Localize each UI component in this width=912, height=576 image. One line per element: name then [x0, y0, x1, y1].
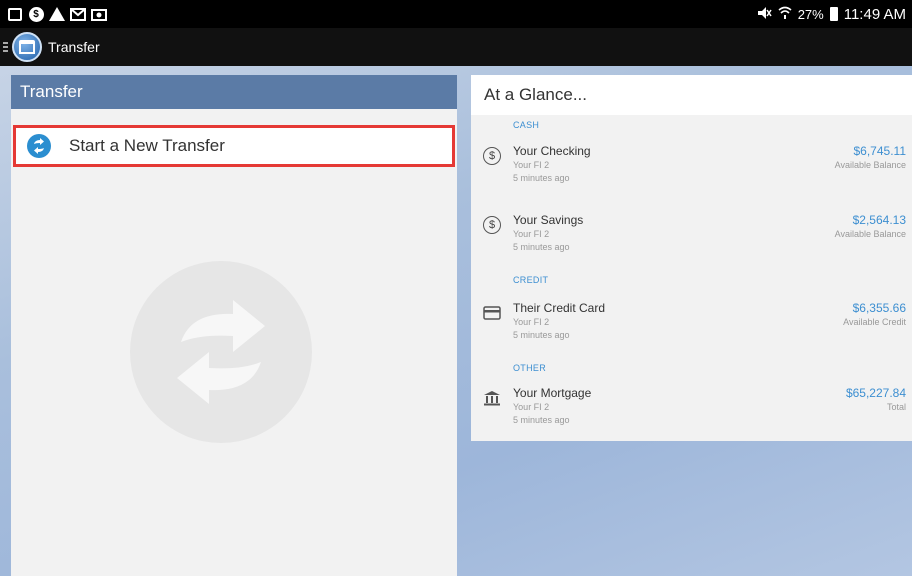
section-label-other: OTHER: [513, 363, 546, 373]
account-name: Your Checking: [513, 144, 591, 158]
account-row-savings[interactable]: $ Your Savings Your FI 2 5 minutes ago $…: [471, 213, 912, 263]
account-amount-type: Available Balance: [834, 160, 906, 170]
account-amount: $2,564.13: [852, 213, 906, 227]
transfer-arrows-icon: [27, 134, 51, 158]
credit-card-icon: [483, 304, 501, 322]
account-row-checking[interactable]: $ Your Checking Your FI 2 5 minutes ago …: [471, 144, 912, 194]
at-a-glance-header: At a Glance...: [471, 75, 912, 115]
bank-logo-icon[interactable]: [12, 32, 42, 62]
account-amount-type: Total: [886, 402, 906, 412]
drawer-icon[interactable]: [3, 42, 8, 52]
account-updated: 5 minutes ago: [513, 242, 570, 252]
account-name: Your Savings: [513, 213, 584, 227]
account-updated: 5 minutes ago: [513, 173, 570, 183]
warning-icon: [48, 6, 66, 22]
account-updated: 5 minutes ago: [513, 415, 570, 425]
notification-icons: $: [6, 6, 108, 22]
at-a-glance-panel: At a Glance... CASH $ Your Checking Your…: [471, 75, 912, 441]
account-amount: $65,227.84: [845, 386, 906, 400]
mail-icon: [69, 6, 87, 22]
system-indicators: 27% 11:49 AM: [756, 6, 906, 23]
mute-icon: [756, 6, 772, 23]
account-institution: Your FI 2: [513, 160, 550, 170]
account-row-mortgage[interactable]: Your Mortgage Your FI 2 5 minutes ago $6…: [471, 386, 912, 436]
battery-icon: [829, 7, 838, 21]
account-amount-type: Available Balance: [834, 229, 906, 239]
account-amount: $6,745.11: [853, 144, 907, 158]
screenshot-icon: [6, 6, 24, 22]
start-new-transfer-button[interactable]: Start a New Transfer: [13, 125, 455, 167]
section-label-cash: CASH: [513, 120, 540, 130]
image-icon: [90, 6, 108, 22]
account-updated: 5 minutes ago: [513, 330, 570, 340]
clock: 11:49 AM: [843, 5, 906, 23]
account-institution: Your FI 2: [513, 229, 550, 239]
account-institution: Your FI 2: [513, 317, 550, 327]
page-title: Transfer: [48, 39, 100, 55]
account-amount: $6,355.66: [852, 301, 906, 315]
account-amount-type: Available Credit: [843, 317, 906, 327]
account-name: Their Credit Card: [513, 301, 606, 315]
dollar-circle-icon: $: [483, 216, 501, 234]
action-bar: Transfer: [0, 28, 912, 66]
transfer-panel: Transfer Start a New Transfer: [11, 75, 457, 576]
transfer-panel-header: Transfer: [11, 75, 457, 109]
transfer-watermark-icon: [130, 261, 312, 443]
start-new-transfer-label: Start a New Transfer: [69, 136, 225, 155]
account-institution: Your FI 2: [513, 402, 550, 412]
status-bar: $ 27% 11:49 AM: [0, 0, 912, 28]
dollar-circle-icon: $: [483, 147, 501, 165]
battery-percent: 27%: [797, 6, 824, 22]
account-name: Your Mortgage: [513, 386, 592, 400]
bank-building-icon: [483, 389, 501, 407]
wifi-icon: [778, 6, 792, 23]
account-row-credit-card[interactable]: Their Credit Card Your FI 2 5 minutes ag…: [471, 301, 912, 351]
section-label-credit: CREDIT: [513, 275, 549, 285]
dollar-badge-icon: $: [27, 6, 45, 22]
